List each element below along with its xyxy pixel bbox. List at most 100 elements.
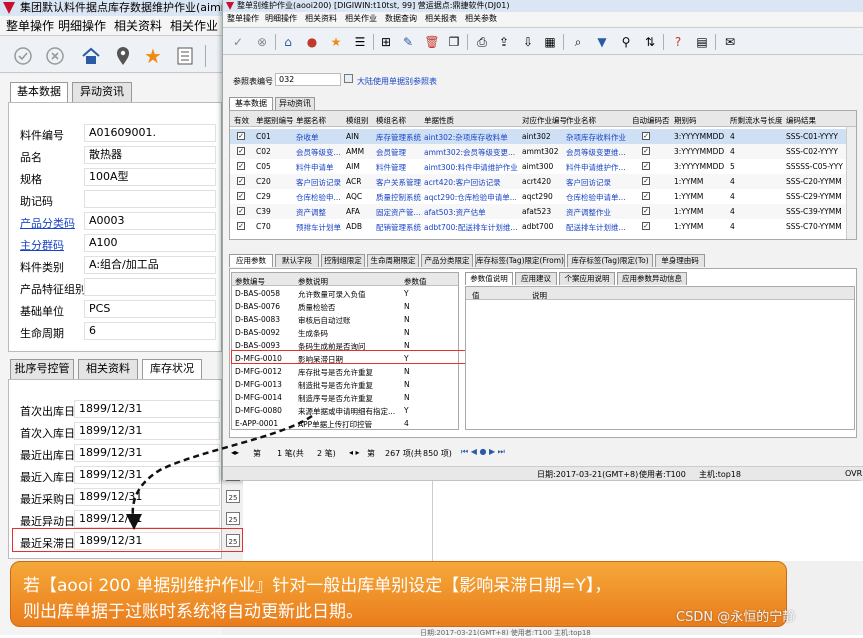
doc-icon[interactable]: ▤ — [693, 33, 711, 51]
field-label[interactable]: 产品分类码 — [20, 215, 75, 231]
field-label[interactable]: 主分群码 — [20, 237, 64, 253]
search-icon[interactable]: ⌕ — [569, 33, 587, 51]
auto-number-checkbox[interactable]: ✓ — [642, 192, 650, 200]
param-value[interactable]: N — [404, 393, 410, 402]
auto-number-checkbox[interactable]: ✓ — [642, 177, 650, 185]
query-icon[interactable]: ⚲ — [617, 33, 635, 51]
star-icon[interactable]: ★ — [142, 45, 164, 67]
param-value[interactable]: N — [404, 380, 410, 389]
field-value[interactable]: A:组合/加工品 — [84, 256, 216, 274]
pin-icon[interactable]: ● — [303, 33, 321, 51]
home-icon[interactable] — [80, 45, 102, 67]
menu-detail-ops[interactable]: 明细操作 — [58, 18, 106, 34]
lookup-icon[interactable] — [344, 74, 353, 83]
front-tab-basic[interactable]: 基本数据 — [229, 97, 273, 110]
field-value[interactable]: 散热器 — [84, 146, 216, 164]
front-menu-data-query[interactable]: 数据查询 — [385, 13, 417, 25]
sub-tab[interactable]: 库存标签(Tag)限定(From) — [475, 254, 565, 267]
list-icon[interactable] — [174, 45, 196, 67]
front-menu-reports[interactable]: 相关报表 — [425, 13, 457, 25]
sub-tab[interactable]: 默认字段 — [275, 254, 319, 267]
check-icon[interactable] — [12, 45, 34, 67]
param-value[interactable]: N — [404, 302, 410, 311]
tab-param-value-desc[interactable]: 参数值说明 — [465, 272, 513, 285]
sub-tab[interactable]: 控制组限定 — [321, 254, 365, 267]
grid-cell: SSS-C01-YYYY — [786, 132, 838, 141]
delete-icon[interactable]: 🗑 — [423, 33, 441, 51]
param-value[interactable]: Y — [404, 289, 409, 298]
filter-icon[interactable]: ▼ — [593, 33, 611, 51]
front-menu-related-data[interactable]: 相关资料 — [305, 13, 337, 25]
pager-controls-icon[interactable]: ⏮ ◀ ● ▶ ⏭ — [461, 447, 505, 457]
param-value[interactable]: N — [404, 341, 410, 350]
tab-app-suggest[interactable]: 应用建议 — [515, 272, 557, 285]
param-value[interactable]: N — [404, 315, 410, 324]
auto-number-checkbox[interactable]: ✓ — [642, 222, 650, 230]
auto-number-checkbox[interactable]: ✓ — [642, 207, 650, 215]
sub-tab[interactable]: 单身理由码 — [655, 254, 705, 267]
grid-scrollbar[interactable] — [846, 127, 856, 239]
edit-icon[interactable]: ✎ — [399, 33, 417, 51]
front-menu-related-jobs[interactable]: 相关作业 — [345, 13, 377, 25]
star-icon[interactable]: ★ — [327, 33, 345, 51]
field-value[interactable]: A100 — [84, 234, 216, 252]
auto-number-checkbox[interactable]: ✓ — [642, 147, 650, 155]
front-menu-whole-doc[interactable]: 整单操作 — [227, 13, 259, 25]
cancel-icon[interactable] — [44, 45, 66, 67]
menu-related-jobs[interactable]: 相关作业 — [170, 18, 218, 34]
cancel-icon[interactable]: ⊗ — [253, 33, 271, 51]
menu-related-data[interactable]: 相关资料 — [114, 18, 162, 34]
valid-checkbox[interactable]: ✓ — [237, 147, 245, 155]
new-icon[interactable]: ⊞ — [377, 33, 395, 51]
front-tab-change[interactable]: 异动资讯 — [275, 97, 315, 110]
param-value[interactable]: N — [404, 367, 410, 376]
param-value[interactable]: N — [404, 328, 410, 337]
check-icon[interactable]: ✓ — [229, 33, 247, 51]
param-value[interactable]: Y — [404, 406, 409, 415]
auto-number-checkbox[interactable]: ✓ — [642, 132, 650, 140]
sub-tab[interactable]: 产品分类限定 — [421, 254, 473, 267]
field-value[interactable]: A0003 — [84, 212, 216, 230]
field-value[interactable]: 100A型 — [84, 168, 216, 186]
front-menu-detail-ops[interactable]: 明细操作 — [265, 13, 297, 25]
copy-icon[interactable]: ❐ — [445, 33, 463, 51]
sub-tab[interactable]: 库存标签(Tag)限定(To) — [567, 254, 653, 267]
pin-icon[interactable] — [112, 45, 134, 67]
home-icon[interactable]: ⌂ — [279, 33, 297, 51]
attach-icon[interactable]: ✉ — [721, 33, 739, 51]
list-icon[interactable]: ☰ — [351, 33, 369, 51]
tab-case-desc[interactable]: 个案应用说明 — [559, 272, 615, 285]
sub-tab[interactable]: 应用参数 — [229, 254, 273, 267]
auto-number-checkbox[interactable]: ✓ — [642, 162, 650, 170]
menu-whole-doc[interactable]: 整单操作 — [6, 18, 54, 34]
layout-icon[interactable]: ▦ — [541, 33, 559, 51]
tab-lot-control[interactable]: 批序号控管 — [10, 359, 74, 379]
export-icon[interactable]: ⇪ — [495, 33, 513, 51]
field-value[interactable]: A01609001. — [84, 124, 216, 142]
tab-related-data[interactable]: 相关资料 — [78, 359, 138, 379]
valid-checkbox[interactable]: ✓ — [237, 222, 245, 230]
help-icon[interactable]: ? — [669, 33, 687, 51]
tab-param-change[interactable]: 应用参数异动信息 — [617, 272, 687, 285]
ref-number-field[interactable]: 032 — [275, 73, 341, 86]
tab-stock-status[interactable]: 库存状况 — [142, 359, 202, 380]
grid-cell: SSS-C29-YYMM — [786, 192, 842, 201]
valid-checkbox[interactable]: ✓ — [237, 177, 245, 185]
import-icon[interactable]: ⇩ — [519, 33, 537, 51]
field-value[interactable]: PCS — [84, 300, 216, 318]
param-value[interactable]: 4 — [404, 419, 409, 428]
valid-checkbox[interactable]: ✓ — [237, 132, 245, 140]
sort-icon[interactable]: ⇅ — [641, 33, 659, 51]
front-menu-params[interactable]: 相关参数 — [465, 13, 497, 25]
valid-checkbox[interactable]: ✓ — [237, 192, 245, 200]
field-value[interactable] — [84, 190, 216, 208]
valid-checkbox[interactable]: ✓ — [237, 162, 245, 170]
field-value[interactable]: 6 — [84, 322, 216, 340]
sub-tab[interactable]: 生命周期限定 — [367, 254, 419, 267]
valid-checkbox[interactable]: ✓ — [237, 207, 245, 215]
tab-change-info[interactable]: 异动资讯 — [72, 82, 132, 102]
tab-basic-data[interactable]: 基本数据 — [10, 82, 68, 103]
field-value[interactable] — [84, 278, 216, 296]
print-icon[interactable]: ⎙ — [473, 33, 491, 51]
pager-nav-icon[interactable]: ◂ ▸ — [349, 448, 360, 457]
